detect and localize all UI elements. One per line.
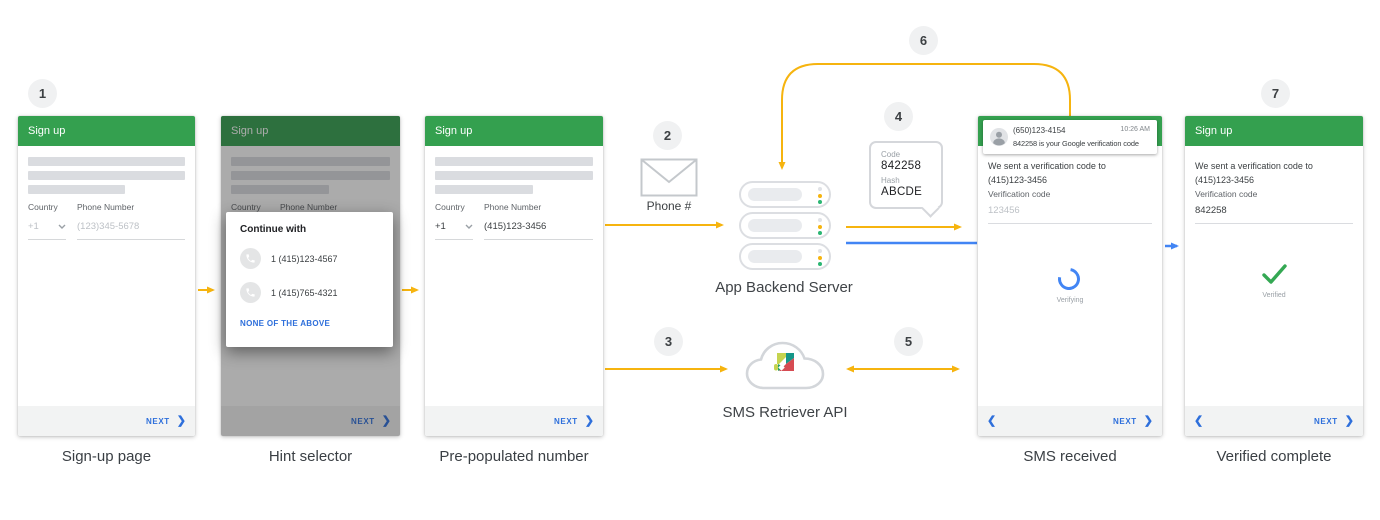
person-icon xyxy=(990,128,1008,151)
caption-signup-page: Sign-up page xyxy=(61,448,152,465)
chevron-down-icon xyxy=(58,224,66,229)
verified-status: Verified xyxy=(1262,292,1286,299)
notification-time: 10:26 AM xyxy=(1120,126,1150,133)
dialog-title: Continue with xyxy=(240,224,307,235)
next-button[interactable]: NEXT ❯ xyxy=(554,414,594,427)
next-button[interactable]: NEXT ❯ xyxy=(1113,414,1153,427)
country-select[interactable]: +1 xyxy=(28,221,66,240)
sms-retriever-cloud-icon xyxy=(740,337,830,402)
verified-body: We sent a verification code to (415)123-… xyxy=(1185,146,1363,406)
code-value: 842258 xyxy=(881,160,922,172)
code-label: Code xyxy=(881,150,901,159)
placeholder-bar xyxy=(28,185,126,194)
signup-body: Country +1 Phone Number (123)345-5678 xyxy=(18,146,195,406)
server-node xyxy=(739,243,831,270)
app-bar: Sign up xyxy=(1185,116,1363,146)
phone-icon xyxy=(240,248,261,269)
phone-mockup-verified: Sign up We sent a verification code to (… xyxy=(1185,116,1363,436)
step-badge-4: 4 xyxy=(884,102,913,131)
next-button[interactable]: NEXT ❯ xyxy=(1314,414,1354,427)
hint-option-2[interactable]: 1 (415)765-4321 xyxy=(240,282,379,303)
back-button[interactable]: ❮ xyxy=(1194,415,1203,427)
spinner-icon xyxy=(1053,263,1085,295)
app-bar: Sign up xyxy=(18,116,195,146)
verification-code-label: Verification code xyxy=(1195,189,1258,199)
phone-mockup-signup: Sign up Country +1 Phone Number (123)345… xyxy=(18,116,195,436)
server-node xyxy=(739,212,831,239)
back-button[interactable]: ❮ xyxy=(987,415,996,427)
notification-message: 842258 is your Google verification code xyxy=(1013,139,1139,148)
chevron-right-icon: ❯ xyxy=(1344,414,1354,427)
placeholder-bar xyxy=(435,185,533,194)
code-hash-card: Code 842258 Hash ABCDE xyxy=(869,141,943,218)
backend-server-label: App Backend Server xyxy=(715,279,853,296)
speech-bubble-tail xyxy=(921,199,940,218)
chevron-right-icon: ❯ xyxy=(584,414,594,427)
none-of-the-above-button[interactable]: NONE OF THE ABOVE xyxy=(240,319,379,328)
sms-verification-flow-diagram: 1 2 3 4 5 6 7 Sign up Country +1 Phone N… xyxy=(0,0,1380,520)
notification-sender: (650)123-4154 xyxy=(1013,126,1066,135)
country-label: Country xyxy=(435,202,465,212)
verification-code-input[interactable]: 123456 xyxy=(988,205,1152,224)
step-badge-5: 5 xyxy=(894,327,923,356)
caption-hint-selector: Hint selector xyxy=(268,448,353,465)
phone-number-label: Phone Number xyxy=(484,202,542,212)
placeholder-bar xyxy=(28,157,185,166)
phone-number-payload-label: Phone # xyxy=(646,199,692,213)
phone-number-input[interactable]: (415)123-3456 xyxy=(484,221,593,240)
caption-sms-received: SMS received xyxy=(1023,448,1117,465)
envelope-icon xyxy=(640,158,698,202)
step-badge-1: 1 xyxy=(28,79,57,108)
check-icon xyxy=(1185,263,1363,290)
hash-label: Hash xyxy=(881,176,900,185)
sent-code-text: We sent a verification code to (415)123-… xyxy=(988,161,1106,185)
step-badge-7: 7 xyxy=(1261,79,1290,108)
app-bar: Sign up xyxy=(425,116,603,146)
phone-number-label: Phone Number xyxy=(77,202,135,212)
next-button[interactable]: NEXT ❯ xyxy=(146,414,186,427)
step-badge-2: 2 xyxy=(653,121,682,150)
placeholder-bar xyxy=(435,157,593,166)
app-backend-server-icon xyxy=(739,181,831,274)
phone-mockup-hint-selector: Sign up Country Phone Number NEXT ❯ Cont… xyxy=(221,116,400,436)
sent-code-text: We sent a verification code to (415)123-… xyxy=(1195,161,1313,185)
phone-number-input[interactable]: (123)345-5678 xyxy=(77,221,185,240)
verification-code-input[interactable]: 842258 xyxy=(1195,205,1353,224)
country-select[interactable]: +1 xyxy=(435,221,473,240)
caption-prepopulated: Pre-populated number xyxy=(439,448,589,465)
chevron-right-icon: ❯ xyxy=(1143,414,1153,427)
placeholder-bar xyxy=(28,171,185,180)
hint-option-1[interactable]: 1 (415)123-4567 xyxy=(240,248,379,269)
phone-mockup-prepopulated: Sign up Country +1 Phone Number (415)123… xyxy=(425,116,603,436)
chevron-right-icon: ❯ xyxy=(176,414,186,427)
chevron-down-icon xyxy=(465,224,473,229)
phone-icon xyxy=(240,282,261,303)
placeholder-bar xyxy=(435,171,593,180)
prepopulated-body: Country +1 Phone Number (415)123-3456 xyxy=(425,146,603,406)
step-badge-6: 6 xyxy=(909,26,938,55)
flow-arrows xyxy=(198,63,1179,373)
phone-mockup-sms-received: Sign up (650)123-4154 10:26 AM 842258 is… xyxy=(978,116,1162,436)
verification-code-label: Verification code xyxy=(988,189,1051,199)
sms-notification[interactable]: (650)123-4154 10:26 AM 842258 is your Go… xyxy=(983,120,1157,154)
hint-selector-dialog: Continue with 1 (415)123-4567 1 (415)765… xyxy=(226,212,393,347)
server-node xyxy=(739,181,831,208)
country-label: Country xyxy=(28,202,58,212)
step-badge-3: 3 xyxy=(654,327,683,356)
sms-retriever-api-label: SMS Retriever API xyxy=(722,404,848,421)
hash-value: ABCDE xyxy=(881,186,923,198)
verifying-status: Verifying xyxy=(1056,297,1084,304)
caption-verified-complete: Verified complete xyxy=(1216,448,1332,465)
sms-body: We sent a verification code to (415)123-… xyxy=(978,146,1162,406)
